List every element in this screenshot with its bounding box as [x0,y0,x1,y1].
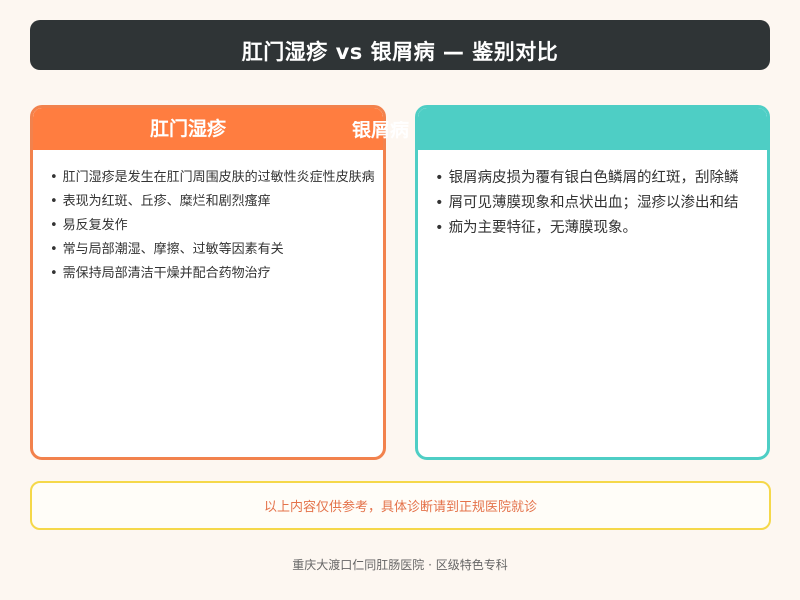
list-item: 肛门湿疹是发生在肛门周围皮肤的过敏性炎症性皮肤病 [50,166,375,190]
disclaimer-text: 以上内容仅供参考，具体诊断请到正规医院就诊 [263,500,537,515]
psoriasis-list: 银屑病皮损为覆有银白色鳞屑的红斑，刮除鳞 屑可见薄膜现象和点状出血；湿疹以渗出和… [435,166,739,241]
eczema-card-heading: 肛门湿疹 [150,118,227,140]
list-item: 易反复发作 [50,214,375,238]
list-item: 需保持局部清洁干燥并配合药物治疗 [50,262,375,286]
list-item: 痂为主要特征，无薄膜现象。 [435,216,739,241]
psoriasis-card-header [418,108,767,150]
eczema-card: 肛门湿疹 肛门湿疹是发生在肛门周围皮肤的过敏性炎症性皮肤病 表现为红斑、丘疹、糜… [30,105,386,460]
list-item: 表现为红斑、丘疹、糜烂和剧烈瘙痒 [50,190,375,214]
psoriasis-card-heading: 银屑病 [352,121,410,140]
list-item: 银屑病皮损为覆有银白色鳞屑的红斑，刮除鳞 [435,166,739,191]
footer: 重庆大渡口仁同肛肠医院 · 区级特色专科 [292,558,508,572]
list-item: 屑可见薄膜现象和点状出血；湿疹以渗出和结 [435,191,739,216]
psoriasis-card: 银屑病皮损为覆有银白色鳞屑的红斑，刮除鳞 屑可见薄膜现象和点状出血；湿疹以渗出和… [415,105,770,460]
eczema-list: 肛门湿疹是发生在肛门周围皮肤的过敏性炎症性皮肤病 表现为红斑、丘疹、糜烂和剧烈瘙… [50,166,375,286]
page-title: 肛门湿疹 vs 银屑病 — 鉴别对比 [241,40,559,64]
title-bar: 肛门湿疹 vs 银屑病 — 鉴别对比 [30,20,770,70]
list-item: 常与局部潮湿、摩擦、过敏等因素有关 [50,238,375,262]
eczema-card-header: 肛门湿疹 [33,108,383,150]
disclaimer-notice: 以上内容仅供参考，具体诊断请到正规医院就诊 [30,481,771,530]
